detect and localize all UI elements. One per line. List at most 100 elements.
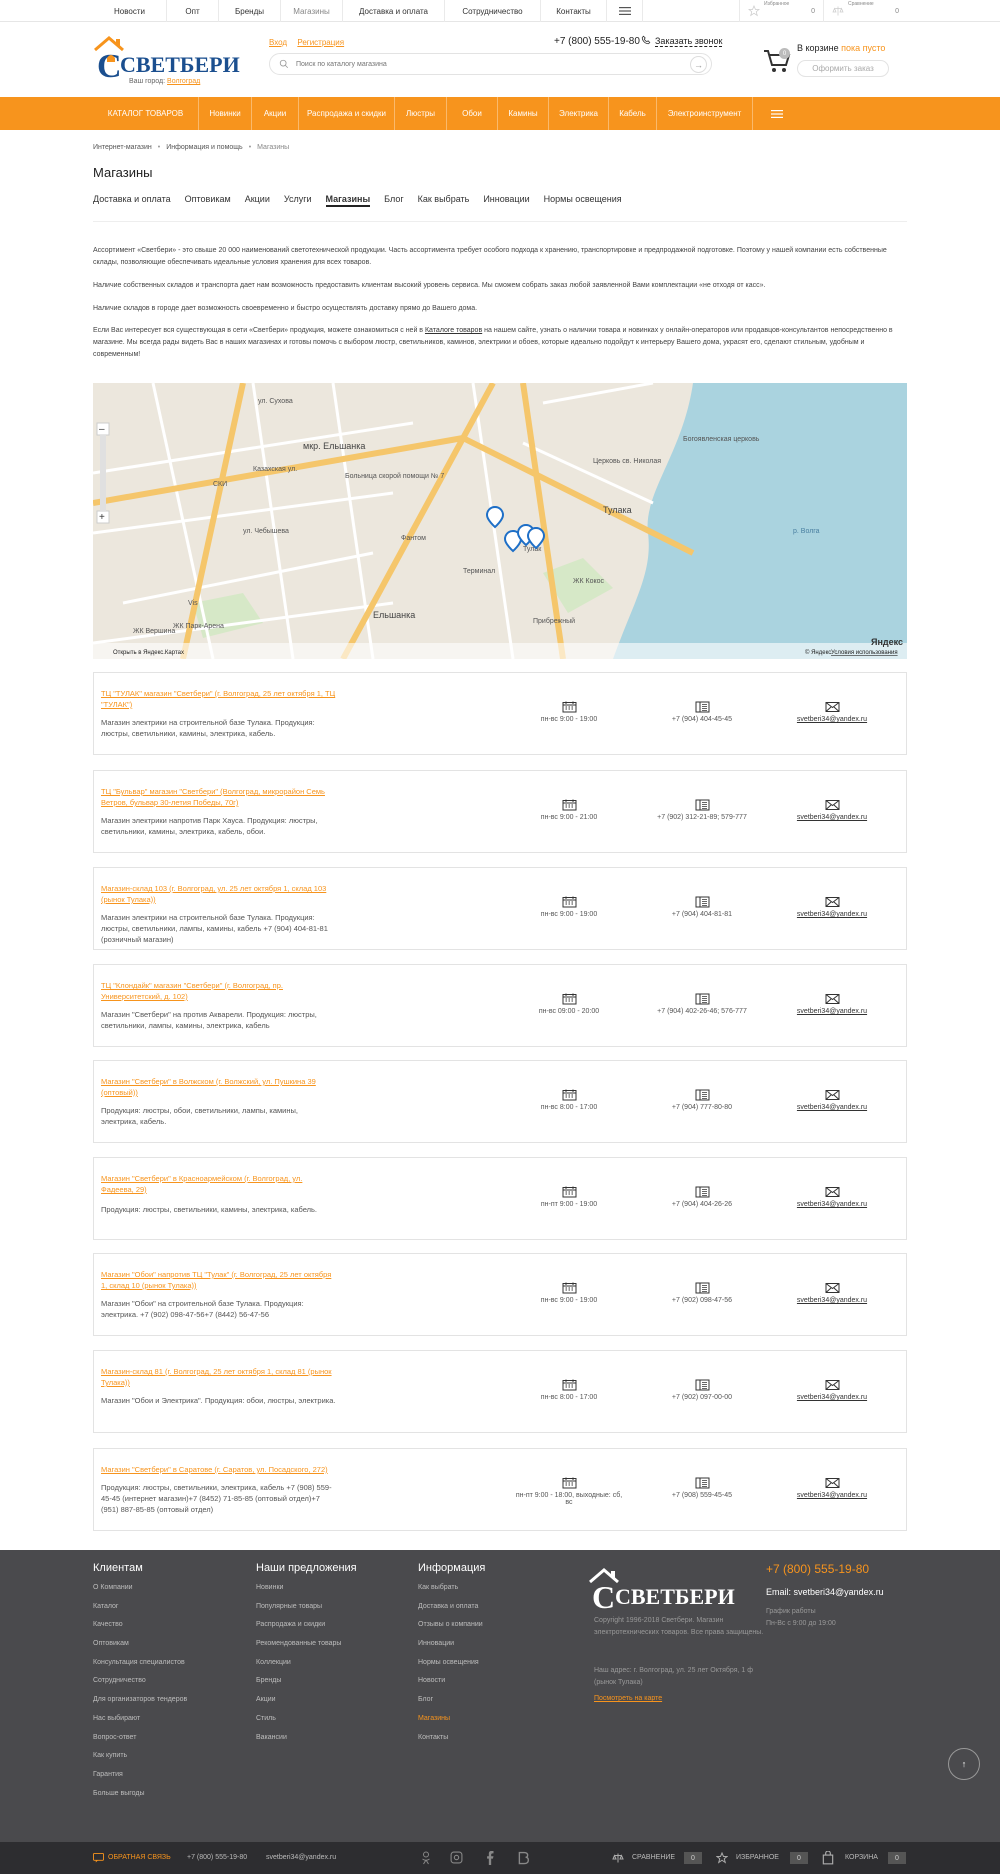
- store-name-link[interactable]: ТЦ "Бульвар" магазин "Светбери" (Волгогр…: [101, 786, 336, 808]
- bottombar-email[interactable]: svetberi34@yandex.ru: [266, 1854, 336, 1861]
- footer-link[interactable]: Инновации: [418, 1640, 485, 1659]
- footer-link[interactable]: Отзывы о компании: [418, 1621, 485, 1640]
- nav-tools[interactable]: Электроинструмент: [657, 97, 753, 130]
- footer-link[interactable]: Каталог: [93, 1603, 187, 1622]
- store-phone[interactable]: +7 (902) 098-47-56: [647, 1282, 757, 1304]
- search-submit-button[interactable]: →: [690, 56, 707, 73]
- store-email[interactable]: svetberi34@yandex.ru: [777, 993, 887, 1015]
- store-email[interactable]: svetberi34@yandex.ru: [777, 1186, 887, 1208]
- footer-link[interactable]: Оптовикам: [93, 1640, 187, 1659]
- topnav-stores[interactable]: Магазины: [281, 0, 343, 22]
- footer-link[interactable]: Гарантия: [93, 1771, 187, 1790]
- footer-link[interactable]: Сотрудничество: [93, 1677, 187, 1696]
- footer-link[interactable]: Рекомендованные товары: [256, 1640, 357, 1659]
- bottombar-phone[interactable]: +7 (800) 555-19-80: [187, 1854, 247, 1861]
- topnav-wholesale[interactable]: Опт: [167, 0, 219, 22]
- instagram-icon[interactable]: [450, 1851, 463, 1864]
- footer-link[interactable]: Популярные товары: [256, 1603, 357, 1622]
- breadcrumb-info[interactable]: Информация и помощь: [166, 144, 242, 151]
- footer-link[interactable]: Стиль: [256, 1715, 357, 1734]
- footer-link[interactable]: Коллекции: [256, 1659, 357, 1678]
- topnav-cooperation[interactable]: Сотрудничество: [445, 0, 541, 22]
- store-name-link[interactable]: Магазин "Светбери" в Волжском (г. Волжск…: [101, 1076, 336, 1098]
- store-phone[interactable]: +7 (904) 402-26-46; 576-777: [647, 993, 757, 1015]
- store-phone[interactable]: +7 (902) 312-21-89; 579-777: [647, 799, 757, 821]
- store-name-link[interactable]: Магазин "Светбери" в Саратове (г. Сарато…: [101, 1464, 336, 1475]
- checkout-button[interactable]: Оформить заказ: [797, 60, 889, 77]
- store-name-link[interactable]: Магазин-склад 103 (г. Волгоград, ул. 25 …: [101, 883, 336, 905]
- topnav-brands[interactable]: Бренды: [219, 0, 281, 22]
- compare-top[interactable]: Сравнение 0: [823, 0, 907, 22]
- odnoklassniki-icon[interactable]: [420, 1851, 432, 1865]
- map-terms-link[interactable]: Условия использования: [831, 650, 898, 656]
- subtab-stores[interactable]: Магазины: [325, 194, 371, 207]
- footer-map-link[interactable]: Посмотреть на карте: [594, 1695, 662, 1702]
- store-name-link[interactable]: ТЦ "ТУЛАК" магазин "Светбери" (г. Волгог…: [101, 688, 336, 710]
- store-email[interactable]: svetberi34@yandex.ru: [777, 701, 887, 723]
- svetberi-logo[interactable]: С СВЕТБЕРИ: [93, 32, 243, 84]
- city-selector[interactable]: Ваш город: Волгоград: [129, 78, 200, 85]
- store-email[interactable]: svetberi34@yandex.ru: [777, 799, 887, 821]
- favorites-top[interactable]: Избранное 0: [739, 0, 823, 22]
- footer-link[interactable]: Нас выбирают: [93, 1715, 187, 1734]
- bottombar-compare[interactable]: СРАВНЕНИЕ: [632, 1854, 675, 1861]
- footer-link[interactable]: Контакты: [418, 1734, 485, 1753]
- store-phone[interactable]: +7 (902) 097-00-00: [647, 1379, 757, 1401]
- footer-link[interactable]: Блог: [418, 1696, 485, 1715]
- subtab-services[interactable]: Услуги: [284, 194, 312, 207]
- nav-chandeliers[interactable]: Люстры: [395, 97, 447, 130]
- nav-promo[interactable]: Акции: [252, 97, 299, 130]
- store-name-link[interactable]: Магазин "Обои" напротив ТЦ "Тулак" (г. В…: [101, 1269, 336, 1291]
- store-name-link[interactable]: Магазин "Светбери" в Красноармейском (г.…: [101, 1173, 336, 1195]
- scroll-up-button[interactable]: ↑: [948, 1748, 980, 1780]
- footer-link[interactable]: Больше выгоды: [93, 1790, 187, 1809]
- login-link[interactable]: Вход: [269, 38, 287, 47]
- subtab-blog[interactable]: Блог: [384, 194, 403, 207]
- nav-fireplaces[interactable]: Камины: [498, 97, 549, 130]
- footer-link[interactable]: Новости: [418, 1677, 485, 1696]
- subtab-lighting-norms[interactable]: Нормы освещения: [544, 194, 622, 207]
- store-map[interactable]: ул. Сухова Казахская ул. мкр. Ельшанка Б…: [93, 383, 907, 659]
- footer-phone[interactable]: +7 (800) 555-19-80: [766, 1562, 869, 1576]
- footer-link[interactable]: Нормы освещения: [418, 1659, 485, 1678]
- bottombar-favorites[interactable]: ИЗБРАННОЕ: [736, 1854, 779, 1861]
- footer-link[interactable]: Консультация специалистов: [93, 1659, 187, 1678]
- store-email[interactable]: svetberi34@yandex.ru: [777, 896, 887, 918]
- footer-link[interactable]: Как купить: [93, 1752, 187, 1771]
- facebook-icon[interactable]: [486, 1851, 494, 1865]
- footer-link[interactable]: Качество: [93, 1621, 187, 1640]
- subtab-promo[interactable]: Акции: [245, 194, 270, 207]
- store-email[interactable]: svetberi34@yandex.ru: [777, 1379, 887, 1401]
- subtab-delivery[interactable]: Доставка и оплата: [93, 194, 171, 207]
- footer-link[interactable]: Распродажа и скидки: [256, 1621, 357, 1640]
- store-phone[interactable]: +7 (904) 777-80-80: [647, 1089, 757, 1111]
- store-phone[interactable]: +7 (904) 404-26-26: [647, 1186, 757, 1208]
- nav-catalog[interactable]: КАТАЛОГ ТОВАРОВ: [93, 97, 199, 130]
- footer-link[interactable]: Акции: [256, 1696, 357, 1715]
- topnav-more-menu-icon[interactable]: [607, 0, 643, 22]
- store-email[interactable]: svetberi34@yandex.ru: [777, 1089, 887, 1111]
- topnav-contacts[interactable]: Контакты: [541, 0, 607, 22]
- footer-logo[interactable]: С СВЕТБЕРИ: [588, 1566, 748, 1612]
- city-link[interactable]: Волгоград: [167, 78, 200, 85]
- vk-icon[interactable]: [518, 1851, 529, 1865]
- footer-link[interactable]: Как выбрать: [418, 1584, 485, 1603]
- nav-sale[interactable]: Распродажа и скидки: [299, 97, 395, 130]
- footer-link[interactable]: Магазины: [418, 1715, 485, 1734]
- topnav-delivery[interactable]: Доставка и оплата: [343, 0, 445, 22]
- nav-more-menu-icon[interactable]: [753, 97, 801, 130]
- feedback-link[interactable]: ОБРАТНАЯ СВЯЗЬ: [108, 1854, 171, 1861]
- store-phone[interactable]: +7 (908) 559-45-45: [647, 1477, 757, 1499]
- header-phone[interactable]: +7 (800) 555-19-80: [554, 36, 640, 47]
- catalog-link[interactable]: Каталоге товаров: [425, 327, 482, 334]
- store-phone[interactable]: +7 (904) 404-45-45: [647, 701, 757, 723]
- store-email[interactable]: svetberi34@yandex.ru: [777, 1477, 887, 1499]
- subtab-innovations[interactable]: Инновации: [483, 194, 529, 207]
- topnav-news[interactable]: Новости: [93, 0, 167, 22]
- callback-link[interactable]: Заказать звонок: [655, 36, 723, 47]
- footer-link[interactable]: Бренды: [256, 1677, 357, 1696]
- footer-email[interactable]: Email: svetberi34@yandex.ru: [766, 1587, 884, 1597]
- subtab-wholesale[interactable]: Оптовикам: [185, 194, 231, 207]
- footer-link[interactable]: Доставка и оплата: [418, 1603, 485, 1622]
- store-name-link[interactable]: Магазин-склад 81 (г. Волгоград, 25 лет о…: [101, 1366, 336, 1388]
